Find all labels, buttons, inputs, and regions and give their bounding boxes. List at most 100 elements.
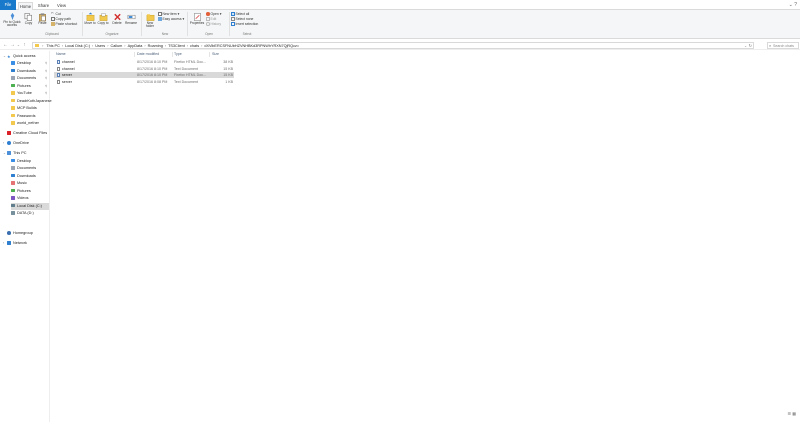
pin-icon[interactable]: ⚲ <box>45 68 47 75</box>
file-size: 38 KB <box>223 60 233 64</box>
nav-quick-item[interactable]: Desktop <box>11 60 31 67</box>
nav-quick-access[interactable]: ★ Quick access <box>7 53 36 60</box>
nav-quick-item[interactable]: Documents <box>11 75 36 82</box>
folder-icon <box>11 106 15 110</box>
paste-button[interactable]: Paste <box>36 12 49 25</box>
nav-pc-item[interactable]: Documents <box>11 165 36 172</box>
table-row[interactable]: server 8/17/2016 8:10 PM Firefox HTML Doc.… <box>54 72 234 78</box>
nav-quick-item[interactable]: world_nether <box>11 120 39 127</box>
file-type: Firefox HTML Doc... <box>174 60 207 64</box>
history-button[interactable]: History <box>206 22 221 27</box>
tab-view[interactable]: View <box>54 2 69 10</box>
nav-pc-item[interactable]: Desktop <box>11 158 31 165</box>
pin-icon[interactable]: ⚲ <box>45 75 47 82</box>
invert-selection-button[interactable]: Invert selection <box>231 22 258 27</box>
large-icons-view-icon[interactable]: ▦ <box>792 411 796 416</box>
breadcrumb-item[interactable]: Callum <box>110 44 122 48</box>
nav-pc-item[interactable]: Downloads <box>11 173 36 180</box>
nav-quick-item[interactable]: DeadrKothJapanese <box>11 98 52 105</box>
delete-button[interactable]: Delete <box>111 12 123 25</box>
pin-quick-access-button[interactable]: Pin to Quick access <box>2 12 22 28</box>
nav-onedrive[interactable]: OneDrive <box>7 140 29 147</box>
table-row[interactable]: channel 8/17/2016 8:10 PM Text Document 15 … <box>54 66 234 72</box>
breadcrumb-chevron-icon[interactable]: › <box>92 44 93 48</box>
documents-icon <box>11 76 15 80</box>
cloud-icon <box>7 141 11 145</box>
breadcrumb-chevron-icon[interactable]: › <box>201 44 202 48</box>
nav-pc-item[interactable]: Local Disk (C:) <box>11 202 49 210</box>
nav-quick-item[interactable]: Pictures <box>11 83 31 90</box>
paste-shortcut-button[interactable]: Paste shortcut <box>51 22 77 27</box>
refresh-icon[interactable]: ↻ <box>749 43 752 49</box>
properties-button[interactable]: Properties <box>189 12 205 25</box>
nav-quick-item[interactable]: Passwords <box>11 113 36 120</box>
rename-button[interactable]: Rename <box>124 12 138 25</box>
select-none-icon <box>231 17 235 21</box>
easy-access-button[interactable]: Easy access ▾ <box>158 17 184 22</box>
nav-homegroup[interactable]: Homegroup <box>7 230 33 237</box>
breadcrumb-chevron-icon[interactable]: › <box>165 44 166 48</box>
breadcrumb-item[interactable]: AppData <box>128 44 143 48</box>
breadcrumb-item[interactable]: This PC <box>46 44 60 48</box>
column-header-date[interactable]: Date modified <box>137 51 159 57</box>
history-icon <box>206 22 210 26</box>
expand-chevron-icon[interactable]: › <box>3 140 4 147</box>
breadcrumb-chevron-icon[interactable]: › <box>144 44 145 48</box>
tab-file[interactable]: File <box>0 0 16 10</box>
breadcrumb-item[interactable]: dXVibERCSFNUbHZVNHBKd3RPNWhYRXN7QjRQcz= <box>204 44 299 48</box>
computer-icon <box>7 151 11 155</box>
forward-arrow-icon[interactable]: → <box>10 42 15 48</box>
nav-quick-item[interactable]: YouTube <box>11 90 32 97</box>
breadcrumb-item[interactable]: Local Disk (C:) <box>65 44 90 48</box>
tab-home[interactable]: Home <box>18 2 33 10</box>
copy-button[interactable]: Copy <box>22 12 35 25</box>
downloads-icon <box>11 173 15 178</box>
file-name: channel <box>62 66 75 71</box>
breadcrumb-chevron-icon[interactable]: › <box>107 44 108 48</box>
new-folder-button[interactable]: New folder <box>143 12 157 29</box>
nav-pc-item[interactable]: Videos <box>11 195 29 202</box>
address-dropdown-icon[interactable]: ⌄ <box>744 43 747 49</box>
pin-icon[interactable]: ⚲ <box>45 90 47 97</box>
breadcrumb-item[interactable]: Users <box>95 44 105 48</box>
nav-quick-item[interactable]: Downloads <box>11 68 36 75</box>
breadcrumb-item[interactable]: chats <box>190 44 199 48</box>
address-bar[interactable]: › This PC › Local Disk (C:) › Users › Callum › A… <box>32 41 754 49</box>
column-header-name[interactable]: Name <box>56 51 66 57</box>
folder-icon <box>11 91 15 95</box>
nav-this-pc[interactable]: This PC <box>7 150 27 157</box>
recent-locations-icon[interactable]: ⌄ <box>16 42 21 48</box>
nav-quick-item[interactable]: MCP Builds <box>11 105 37 112</box>
table-row[interactable]: channel 8/17/2016 8:10 PM Firefox HTML Doc… <box>54 59 234 65</box>
ribbon-expand-icon[interactable]: ⌄ ? <box>789 2 797 8</box>
network-icon <box>7 241 11 245</box>
pin-icon[interactable]: ⚲ <box>45 60 47 67</box>
expand-chevron-icon[interactable]: ⌄ <box>3 150 6 157</box>
nav-pc-item[interactable]: DATA (D:) <box>11 210 34 217</box>
ribbon: Pin to Quick access Copy Paste ✂ Cut Copy… <box>0 10 800 39</box>
column-header-type[interactable]: Type <box>174 51 182 57</box>
table-row[interactable]: server 8/17/2016 8:08 PM Text Document 1 KB <box>54 79 234 85</box>
expand-chevron-icon[interactable]: ⌄ <box>3 53 6 60</box>
nav-network[interactable]: Network <box>7 240 27 247</box>
breadcrumb-chevron-icon[interactable]: › <box>62 44 63 48</box>
breadcrumb-item[interactable]: TS3Client <box>168 44 185 48</box>
column-header-size[interactable]: Size <box>212 51 219 57</box>
move-to-button[interactable]: Move to <box>84 12 96 25</box>
search-box[interactable]: ⌕ Search chats <box>767 41 799 49</box>
nav-creative-cloud[interactable]: Creative Cloud Files <box>7 130 47 137</box>
pin-icon[interactable]: ⚲ <box>45 83 47 90</box>
back-arrow-icon[interactable]: ← <box>3 42 8 48</box>
expand-chevron-icon[interactable]: › <box>3 240 4 247</box>
breadcrumb-chevron-icon[interactable]: › <box>124 44 125 48</box>
breadcrumb-item[interactable]: Roaming <box>148 44 163 48</box>
details-view-icon[interactable]: ☰ <box>788 411 792 416</box>
up-arrow-icon[interactable]: ↑ <box>22 42 27 48</box>
music-icon <box>11 181 15 185</box>
nav-pc-item[interactable]: Pictures <box>11 188 31 195</box>
tab-share[interactable]: Share <box>36 2 51 10</box>
drive-icon <box>11 203 15 208</box>
nav-pc-item[interactable]: Music <box>11 180 27 187</box>
breadcrumb-chevron-icon[interactable]: › <box>187 44 188 48</box>
copy-to-button[interactable]: Copy to <box>97 12 109 25</box>
